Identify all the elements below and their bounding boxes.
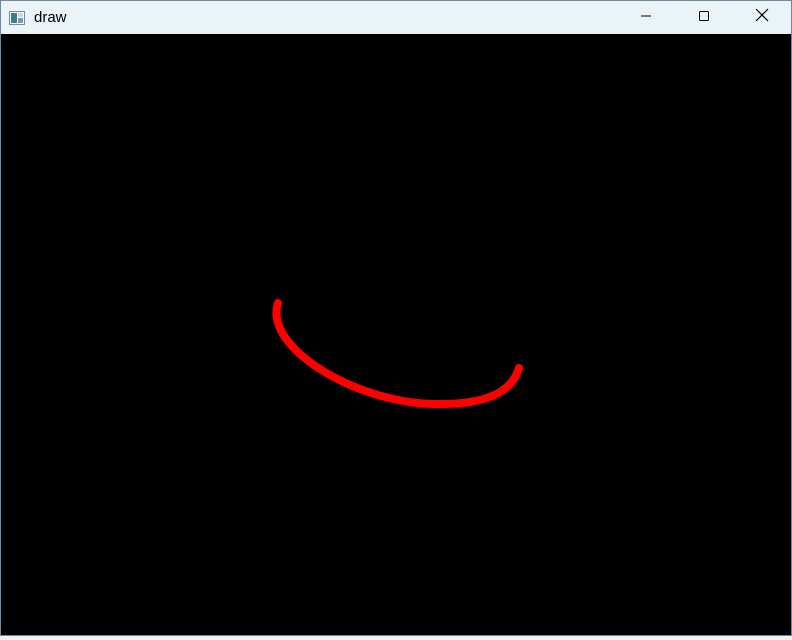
app-window-icon <box>9 10 25 25</box>
close-button[interactable] <box>733 1 791 34</box>
minimize-button[interactable] <box>617 1 675 34</box>
canvas-surface <box>272 299 523 409</box>
app-window: draw <box>0 0 792 636</box>
maximize-icon <box>698 9 710 27</box>
title-bar[interactable]: draw <box>1 1 791 34</box>
maximize-button[interactable] <box>675 1 733 34</box>
window-title: draw <box>34 9 67 26</box>
red-curved-stroke <box>272 299 523 409</box>
minimize-icon <box>640 9 652 27</box>
drawing-canvas[interactable] <box>1 34 791 635</box>
window-controls <box>617 1 791 34</box>
close-icon <box>755 8 769 27</box>
window-bottom-edge <box>673 634 791 635</box>
